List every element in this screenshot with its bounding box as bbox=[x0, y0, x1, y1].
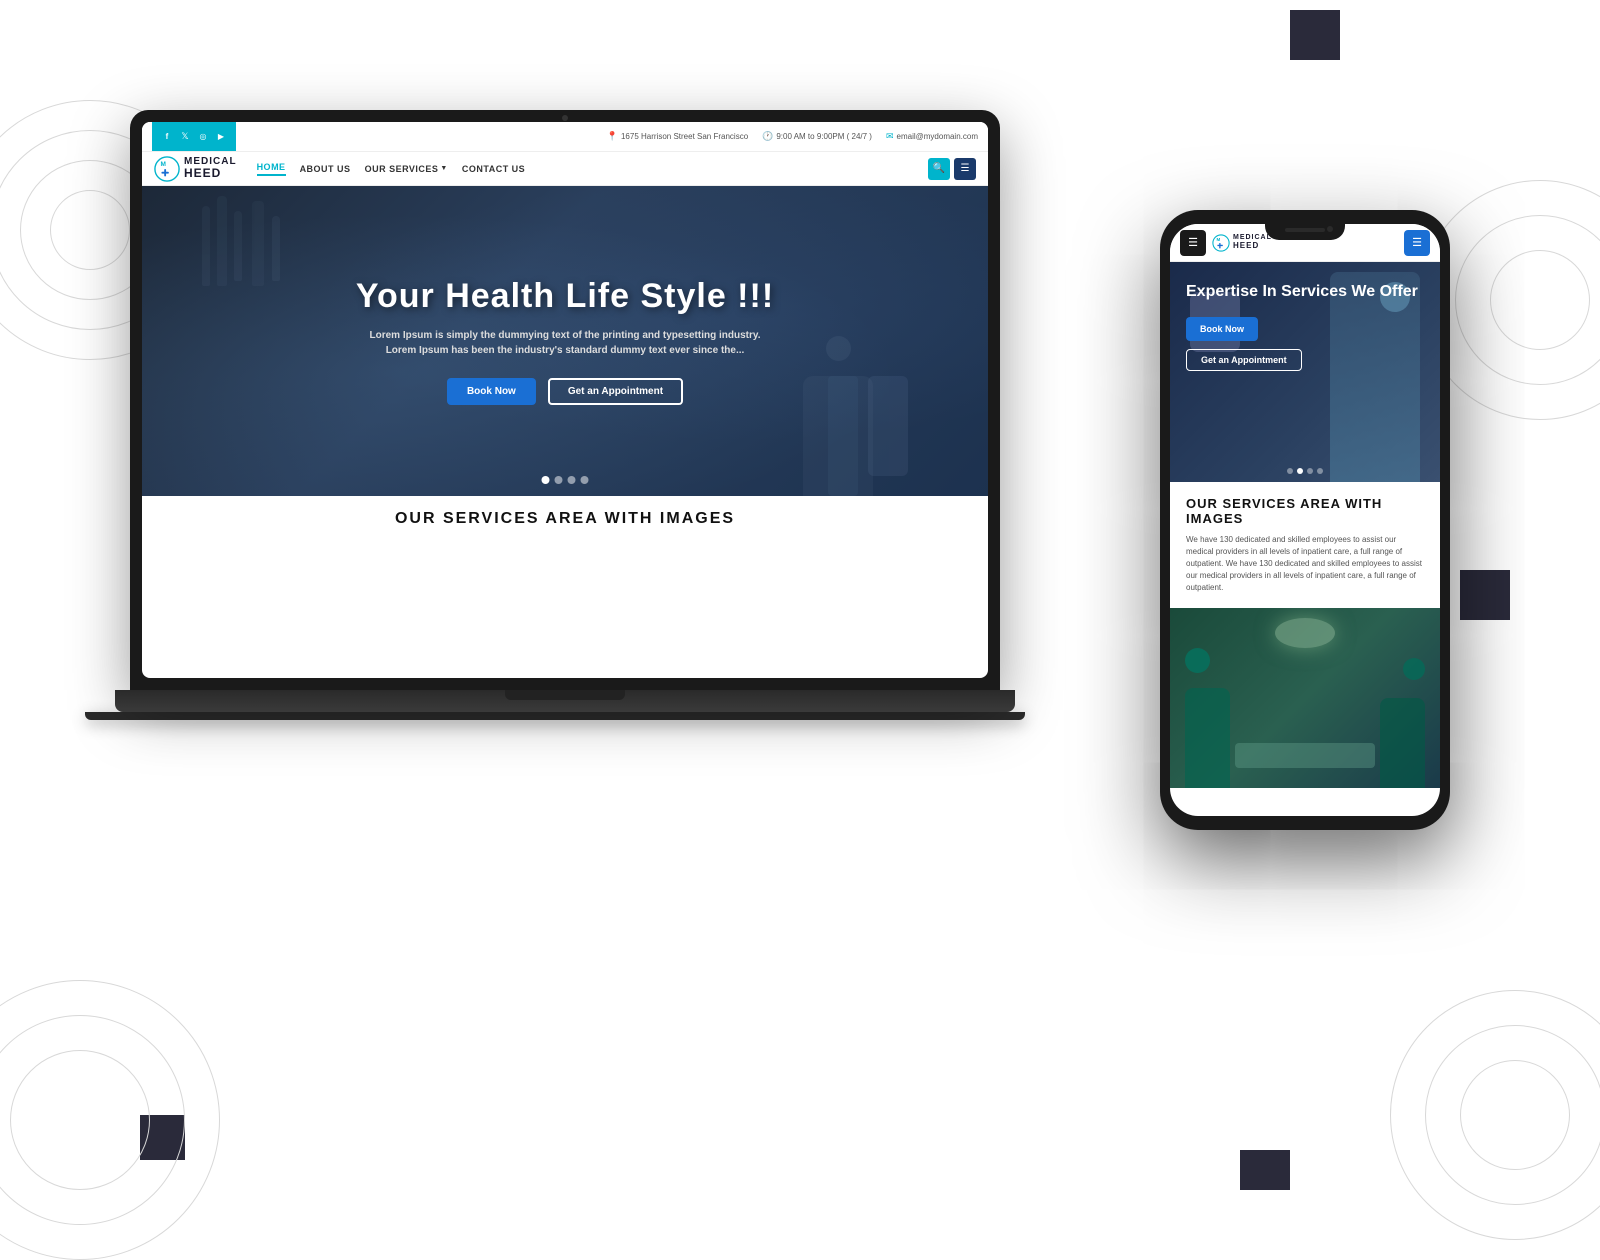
laptop-nav-links: HOME ABOUT US OUR SERVICES ▼ CONTACT US bbox=[257, 162, 526, 176]
laptop-mockup: f 𝕏 ◎ ▶ 📍 1675 Harrison Street San Franc… bbox=[130, 110, 1000, 810]
phone-screen: ☰ M MEDICAL HEED bbox=[1170, 224, 1440, 816]
email-info: ✉ email@mydomain.com bbox=[886, 131, 978, 142]
nav-contact[interactable]: CONTACT US bbox=[462, 164, 525, 174]
hamburger-icon-right: ☰ bbox=[1412, 236, 1422, 249]
phone-logo-text: MEDICAL HEED bbox=[1233, 234, 1272, 250]
phone-mockup: ☰ M MEDICAL HEED bbox=[1160, 210, 1450, 830]
phone-book-now-button[interactable]: Book Now bbox=[1186, 317, 1258, 341]
dropdown-arrow-icon: ▼ bbox=[440, 165, 447, 172]
twitter-icon[interactable]: 𝕏 bbox=[178, 130, 192, 144]
phone-logo: M MEDICAL HEED bbox=[1212, 234, 1272, 252]
nav-home[interactable]: HOME bbox=[257, 162, 286, 176]
operating-light bbox=[1275, 618, 1335, 648]
youtube-icon[interactable]: ▶ bbox=[214, 130, 228, 144]
surgeon-1-head bbox=[1185, 648, 1210, 673]
laptop-topbar: f 𝕏 ◎ ▶ 📍 1675 Harrison Street San Franc… bbox=[142, 122, 988, 152]
phone-logo-icon: M bbox=[1212, 234, 1230, 252]
clock-icon: 🕐 bbox=[762, 131, 773, 142]
services-title: OUR SERVICES AREA WITH IMAGES bbox=[162, 510, 968, 528]
search-button[interactable]: 🔍 bbox=[928, 158, 950, 180]
ph-dot-2[interactable] bbox=[1297, 468, 1303, 474]
laptop-nav-actions: 🔍 ☰ bbox=[928, 158, 976, 180]
laptop-foot bbox=[85, 712, 1025, 720]
laptop-camera bbox=[562, 115, 568, 121]
book-now-button[interactable]: Book Now bbox=[447, 378, 536, 405]
email-icon: ✉ bbox=[886, 131, 894, 142]
phone-carousel-dots bbox=[1287, 468, 1323, 474]
instagram-icon[interactable]: ◎ bbox=[196, 130, 210, 144]
hamburger-icon-left: ☰ bbox=[1188, 236, 1198, 249]
phone-hero-title: Expertise In Services We Offer bbox=[1186, 282, 1424, 303]
phone-get-appointment-button[interactable]: Get an Appointment bbox=[1186, 349, 1302, 371]
ph-dot-4[interactable] bbox=[1317, 468, 1323, 474]
phone-services-title: OUR SERVICES AREA WITH IMAGES bbox=[1186, 496, 1424, 526]
phone-notch bbox=[1265, 224, 1345, 240]
laptop-logo: M MEDICAL HEED bbox=[154, 156, 237, 182]
phone-services-description: We have 130 dedicated and skilled employ… bbox=[1186, 534, 1424, 594]
hero-buttons: Book Now Get an Appointment bbox=[447, 378, 683, 405]
svg-text:M: M bbox=[1217, 237, 1221, 242]
laptop-base bbox=[115, 690, 1015, 712]
ph-dot-3[interactable] bbox=[1307, 468, 1313, 474]
get-appointment-button[interactable]: Get an Appointment bbox=[548, 378, 683, 405]
svg-text:M: M bbox=[161, 161, 166, 168]
phone-hamburger-left[interactable]: ☰ bbox=[1180, 230, 1206, 256]
patient-table bbox=[1235, 743, 1375, 768]
nav-about[interactable]: ABOUT US bbox=[300, 164, 351, 174]
phone-body: ☰ M MEDICAL HEED bbox=[1160, 210, 1450, 830]
laptop-contact-bar: 📍 1675 Harrison Street San Francisco 🕐 9… bbox=[607, 131, 978, 142]
hero-title: Your Health Life Style !!! bbox=[356, 277, 774, 316]
laptop-hero-section: Your Health Life Style !!! Lorem Ipsum i… bbox=[142, 186, 988, 496]
phone-medical-image bbox=[1170, 608, 1440, 788]
scene: f 𝕏 ◎ ▶ 📍 1675 Harrison Street San Franc… bbox=[0, 0, 1600, 1200]
laptop-logo-text: MEDICAL HEED bbox=[184, 156, 237, 180]
phone-hamburger-right[interactable]: ☰ bbox=[1404, 230, 1430, 256]
logo-svg-icon: M bbox=[154, 156, 180, 182]
phone-hero-section: Expertise In Services We Offer Book Now … bbox=[1170, 262, 1440, 482]
surgeon-1 bbox=[1185, 688, 1230, 788]
laptop-services-section: OUR SERVICES AREA WITH IMAGES bbox=[142, 496, 988, 542]
location-icon: 📍 bbox=[607, 131, 618, 142]
nav-services[interactable]: OUR SERVICES ▼ bbox=[365, 164, 448, 174]
facebook-icon[interactable]: f bbox=[160, 130, 174, 144]
phone-camera bbox=[1327, 226, 1333, 232]
phone-services-section: OUR SERVICES AREA WITH IMAGES We have 13… bbox=[1170, 482, 1440, 608]
address-info: 📍 1675 Harrison Street San Francisco bbox=[607, 131, 748, 142]
laptop-screen: f 𝕏 ◎ ▶ 📍 1675 Harrison Street San Franc… bbox=[142, 122, 988, 678]
ph-dot-1[interactable] bbox=[1287, 468, 1293, 474]
hours-info: 🕐 9:00 AM to 9:00PM ( 24/7 ) bbox=[762, 131, 872, 142]
surgeon-2 bbox=[1380, 698, 1425, 788]
surgeon-2-head bbox=[1403, 658, 1425, 680]
phone-speaker bbox=[1285, 228, 1325, 232]
laptop-navbar: M MEDICAL HEED HOME ABOUT US O bbox=[142, 152, 988, 186]
hamburger-menu-button[interactable]: ☰ bbox=[954, 158, 976, 180]
laptop-social-bar: f 𝕏 ◎ ▶ bbox=[152, 122, 236, 151]
phone-hero-content: Expertise In Services We Offer Book Now … bbox=[1170, 262, 1440, 391]
laptop-body: f 𝕏 ◎ ▶ 📍 1675 Harrison Street San Franc… bbox=[130, 110, 1000, 690]
hero-content: Your Health Life Style !!! Lorem Ipsum i… bbox=[142, 186, 988, 496]
hero-subtitle: Lorem Ipsum is simply the dummying text … bbox=[355, 328, 775, 358]
